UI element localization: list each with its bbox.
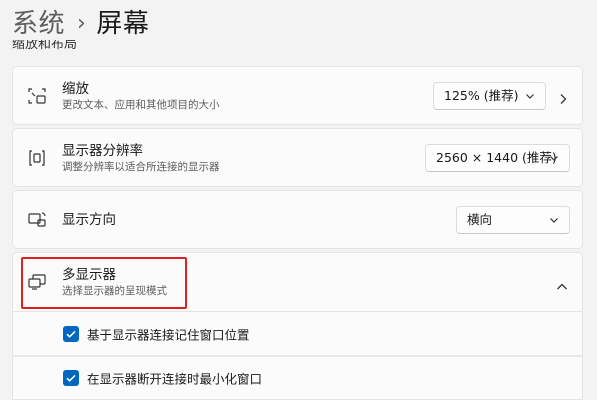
minimize-on-disconnect-checkbox[interactable]	[63, 370, 79, 386]
chevron-right-icon[interactable]	[558, 90, 568, 104]
resolution-dropdown[interactable]: 2560 × 1440 (推荐)	[425, 143, 570, 172]
multiple-displays-description: 选择显示器的呈现模式	[62, 285, 167, 297]
chevron-up-icon[interactable]	[556, 277, 568, 290]
scale-setting-row[interactable]: 缩放 更改文本、应用和其他项目的大小 125% (推荐)	[12, 66, 583, 125]
multiple-displays-title: 多显示器	[62, 267, 116, 283]
scale-icon	[27, 86, 47, 106]
scale-dropdown-value: 125% (推荐)	[444, 87, 519, 103]
resolution-dropdown-value: 2560 × 1440 (推荐)	[436, 149, 557, 165]
resolution-setting-row: 显示器分辨率 调整分辨率以适合所连接的显示器 2560 × 1440 (推荐)	[12, 128, 583, 187]
minimize-on-disconnect-label: 在显示器断开连接时最小化窗口	[87, 371, 263, 387]
option-remember-window-positions[interactable]: 基于显示器连接记住窗口位置	[12, 312, 583, 356]
chevron-down-icon	[549, 153, 559, 163]
option-minimize-on-disconnect[interactable]: 在显示器断开连接时最小化窗口	[12, 356, 583, 400]
breadcrumb-separator: ›	[77, 11, 87, 36]
resolution-title: 显示器分辨率	[62, 142, 143, 159]
remember-window-positions-checkbox[interactable]	[63, 325, 79, 342]
orientation-icon	[27, 210, 47, 230]
chevron-down-icon	[549, 215, 559, 225]
multiple-displays-icon	[27, 272, 47, 292]
page-title: 屏幕	[96, 9, 150, 39]
multiple-displays-row[interactable]: 多显示器 选择显示器的呈现模式	[12, 252, 583, 312]
orientation-dropdown-value: 横向	[467, 211, 493, 227]
breadcrumb-system-link[interactable]: 系统	[12, 6, 65, 42]
resolution-icon	[27, 148, 47, 168]
scale-dropdown[interactable]: 125% (推荐)	[433, 81, 546, 110]
resolution-description: 调整分辨率以适合所连接的显示器	[62, 160, 220, 173]
scale-description: 更改文本、应用和其他项目的大小	[62, 98, 220, 111]
scale-title: 缩放	[62, 80, 89, 97]
breadcrumb: 系统 › 屏幕	[12, 6, 149, 42]
orientation-dropdown[interactable]: 横向	[456, 205, 570, 234]
chevron-down-icon	[525, 91, 535, 101]
orientation-setting-row: 显示方向 横向	[12, 190, 583, 249]
orientation-title: 显示方向	[62, 211, 116, 228]
remember-window-positions-label: 基于显示器连接记住窗口位置	[87, 327, 250, 342]
section-title: 缩放和布局	[12, 40, 78, 52]
